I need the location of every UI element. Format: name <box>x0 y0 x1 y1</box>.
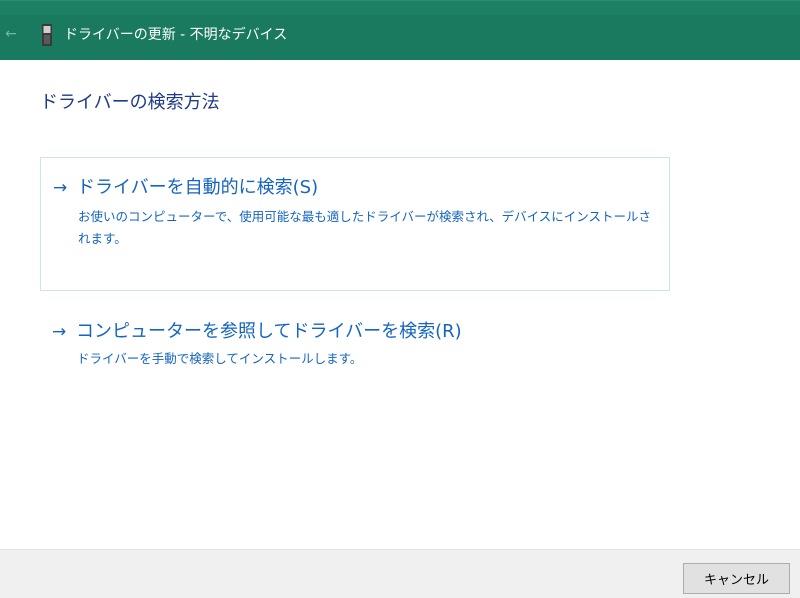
title-bar-top-strip <box>0 1 800 15</box>
option-title: ドライバーを自動的に検索(S) <box>77 177 319 198</box>
option-description: お使いのコンピューターで、使用可能な最も適したドライバーが検索され、デバイスにイ… <box>78 209 652 246</box>
left-arrow-icon: ← <box>5 26 17 42</box>
title-bar: ← ドライバーの更新 - 不明なデバイス <box>0 0 800 60</box>
driver-update-window: ← ドライバーの更新 - 不明なデバイス ドライバーの検索方法 → ドライバーを… <box>0 0 800 598</box>
browse-computer-option[interactable]: → コンピューターを参照してドライバーを検索(R) ドライバーを手動で検索してイ… <box>40 312 670 382</box>
cancel-button[interactable]: キャンセル <box>683 563 790 594</box>
dialog-footer: キャンセル <box>0 549 800 598</box>
search-automatically-option[interactable]: → ドライバーを自動的に検索(S) お使いのコンピューターで、使用可能な最も適し… <box>40 157 670 291</box>
window-title: ドライバーの更新 - 不明なデバイス <box>64 27 288 43</box>
back-button[interactable]: ← <box>0 19 22 49</box>
right-arrow-icon: → <box>53 178 68 198</box>
page-heading: ドライバーの検索方法 <box>40 92 220 113</box>
device-icon <box>42 24 52 46</box>
option-title: コンピューターを参照してドライバーを検索(R) <box>76 321 462 342</box>
option-description: ドライバーを手動で検索してインストールします。 <box>77 351 363 366</box>
right-arrow-icon: → <box>52 322 67 342</box>
